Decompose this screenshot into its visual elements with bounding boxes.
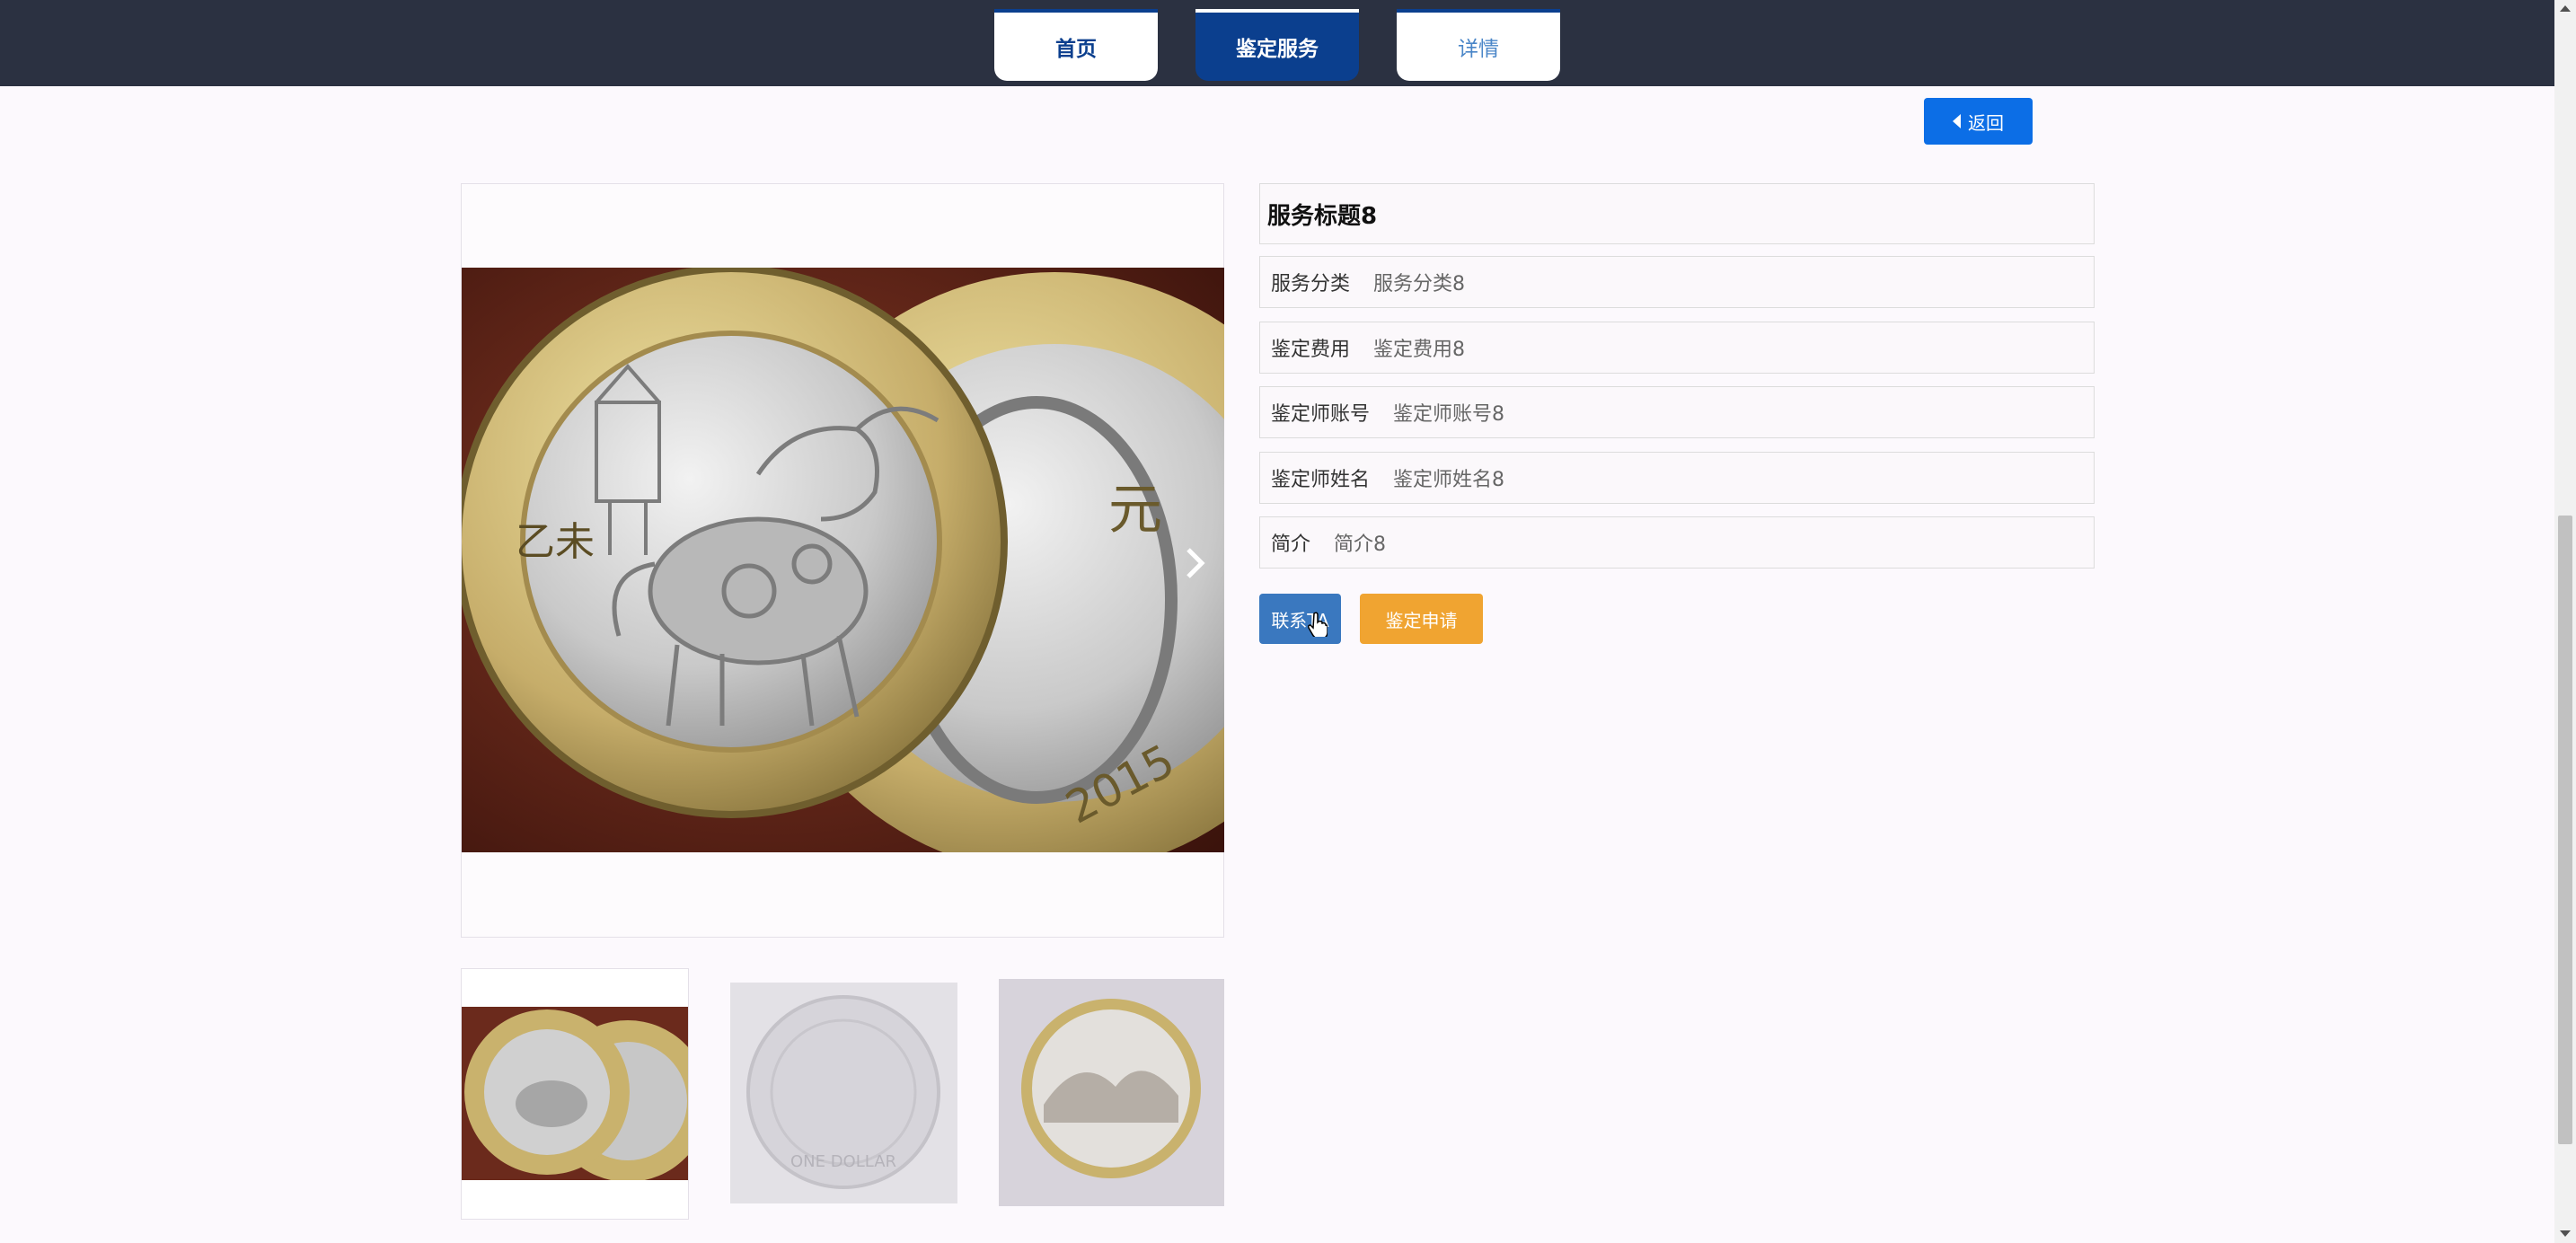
thumbnail-1[interactable] [462,1007,688,1180]
tab-home[interactable]: 首页 [994,9,1158,81]
caret-left-icon [1953,114,1961,128]
scroll-up-arrow-icon[interactable] [2560,5,2571,12]
field-appraiser-account: 鉴定师账号 鉴定师账号8 [1259,386,2095,438]
back-button-label: 返回 [1968,111,2004,134]
back-coin-character: 元 [1108,479,1162,542]
tab-details[interactable]: 详情 [1397,9,1560,81]
contact-button[interactable]: 联系TA [1259,594,1341,644]
thumbnail-3[interactable] [999,979,1224,1206]
appraisal-apply-button[interactable]: 鉴定申请 [1360,594,1483,644]
field-value: 鉴定师姓名8 [1393,469,1505,491]
field-label: 鉴定师姓名 [1271,469,1371,491]
carousel-next-icon[interactable] [1182,544,1209,582]
front-coin-text: 乙未 [516,519,595,565]
scrollbar-thumb[interactable] [2558,516,2572,1144]
back-button[interactable]: 返回 [1924,98,2033,145]
scroll-down-arrow-icon[interactable] [2560,1230,2571,1237]
field-label: 鉴定费用 [1271,339,1351,361]
field-category: 服务分类 服务分类8 [1259,256,2095,308]
field-label: 简介 [1271,533,1311,556]
field-value: 简介8 [1334,533,1387,556]
field-label: 鉴定师账号 [1271,403,1371,426]
service-title: 服务标题8 [1259,183,2095,244]
hand-cursor-icon [1308,612,1328,640]
main-coin-image: 2015 元 乙未 [462,268,1224,852]
field-appraiser-name: 鉴定师姓名 鉴定师姓名8 [1259,452,2095,504]
field-value: 服务分类8 [1373,273,1466,295]
thumbnail-2-text: ONE DOLLAR [790,1152,896,1171]
tab-appraisal-service[interactable]: 鉴定服务 [1195,9,1359,81]
field-intro: 简介 简介8 [1259,516,2095,569]
field-value: 鉴定费用8 [1373,339,1466,361]
field-value: 鉴定师账号8 [1393,403,1505,426]
field-label: 服务分类 [1271,273,1351,295]
field-fee: 鉴定费用 鉴定费用8 [1259,322,2095,374]
thumbnail-2[interactable]: ONE DOLLAR [730,983,957,1203]
